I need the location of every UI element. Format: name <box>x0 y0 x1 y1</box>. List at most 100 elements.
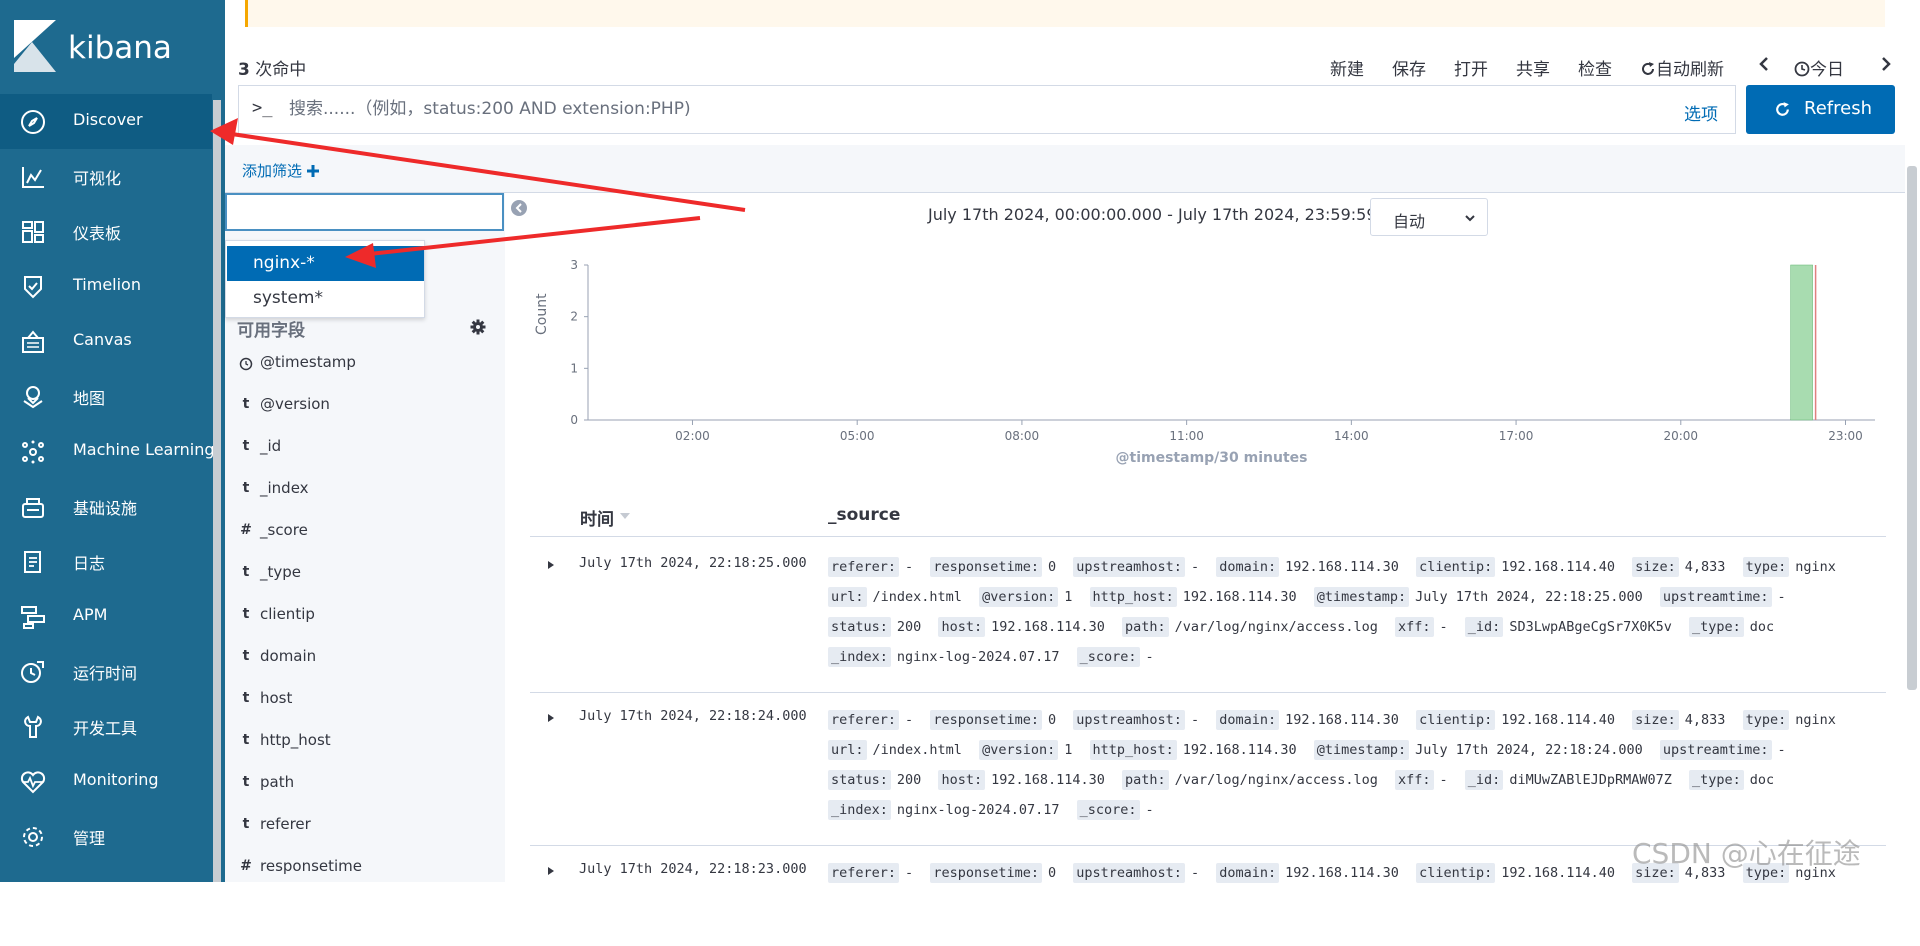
new-button[interactable]: 新建 <box>1330 55 1364 80</box>
field-item[interactable]: t domain <box>236 643 496 673</box>
source-field-key: @version: <box>979 587 1059 607</box>
field-item[interactable]: t _index <box>236 475 496 505</box>
page-scrollbar[interactable] <box>1907 166 1917 690</box>
sidebar-item-monitoring[interactable]: Monitoring <box>0 754 212 809</box>
field-name: _type <box>260 563 302 581</box>
field-item[interactable]: t clientip <box>236 601 496 631</box>
source-field-value: July 17th 2024, 22:18:25.000 <box>1415 589 1643 605</box>
expand-row-icon[interactable] <box>546 560 556 570</box>
clock-icon <box>1794 61 1810 77</box>
chevron-down-icon <box>1465 215 1475 222</box>
field-item[interactable]: t http_host <box>236 727 496 757</box>
source-field: size: 4,833 <box>1632 710 1725 730</box>
sidebar-item-uptime[interactable]: 运行时间 <box>0 644 212 699</box>
sidebar-item-label: Machine Learning <box>73 440 215 459</box>
auto-refresh-button[interactable]: 自动刷新 <box>1640 55 1724 80</box>
sidebar-item-ml[interactable]: Machine Learning <box>0 424 215 479</box>
sidebar-item-infrastructure[interactable]: 基础设施 <box>0 479 212 534</box>
interval-value: 自动 <box>1393 212 1426 231</box>
share-button[interactable]: 共享 <box>1516 55 1550 80</box>
index-pattern-search-input[interactable] <box>225 193 504 231</box>
field-name: domain <box>260 647 317 665</box>
index-option-nginx[interactable]: nginx-* <box>227 246 424 281</box>
open-button[interactable]: 打开 <box>1454 55 1488 80</box>
time-back-button[interactable] <box>1758 55 1770 75</box>
gear-icon[interactable] <box>470 319 486 335</box>
field-item[interactable]: t _id <box>236 433 496 463</box>
save-button[interactable]: 保存 <box>1392 55 1426 80</box>
sidebar-scrollbar[interactable] <box>213 100 221 882</box>
source-field-key: upstreamtime: <box>1659 587 1772 607</box>
field-item[interactable]: t @version <box>236 391 496 421</box>
brand[interactable]: kibana <box>0 0 225 94</box>
field-item[interactable]: @timestamp <box>236 349 496 379</box>
source-field: url: /index.html <box>828 587 962 607</box>
available-fields-header: 可用字段 <box>237 321 305 341</box>
x-tick-label: 11:00 <box>1169 429 1204 443</box>
source-field-key: referer: <box>828 710 900 730</box>
field-item[interactable]: t path <box>236 769 496 799</box>
refresh-small-icon <box>1642 62 1654 75</box>
map-icon <box>23 386 43 409</box>
table-row[interactable]: July 17th 2024, 22:18:25.000 referer: - re… <box>530 540 1886 693</box>
sidebar-item-gear[interactable]: 管理 <box>0 809 212 864</box>
field-item[interactable]: t host <box>236 685 496 715</box>
source-field-key: url: <box>828 587 867 607</box>
query-language-prompt: >_ <box>252 98 273 118</box>
search-input[interactable] <box>287 96 1467 122</box>
source-field: clientip: 192.168.114.40 <box>1416 557 1615 577</box>
field-item[interactable]: # _score <box>236 517 496 547</box>
interval-select[interactable]: 自动 <box>1370 198 1488 236</box>
source-field-value: 192.168.114.30 <box>991 619 1105 635</box>
field-item[interactable]: t _type <box>236 559 496 589</box>
time-column-header[interactable]: 时间 <box>580 505 614 530</box>
sidebar-item-dashboard[interactable]: 仪表板 <box>0 204 212 259</box>
source-field-key: @version: <box>979 740 1059 760</box>
time-forward-button[interactable] <box>1880 55 1892 75</box>
expand-row-icon[interactable] <box>546 713 556 723</box>
inspect-button[interactable]: 检查 <box>1578 55 1612 80</box>
sidebar-item-apm[interactable]: APM <box>0 589 212 644</box>
sidebar-item-timelion[interactable]: Timelion <box>0 259 212 314</box>
x-tick-label: 14:00 <box>1334 429 1369 443</box>
source-field-value: 192.168.114.30 <box>1285 865 1399 881</box>
sidebar-item-map[interactable]: 地图 <box>0 369 212 424</box>
field-name: @timestamp <box>260 353 356 371</box>
source-field-value: - <box>1439 619 1448 635</box>
source-field-key: status: <box>828 770 891 790</box>
row-time: July 17th 2024, 22:18:23.000 <box>579 861 807 877</box>
clear-icon[interactable] <box>510 199 528 217</box>
sort-down-icon[interactable] <box>620 512 630 520</box>
string-field-icon: t <box>242 816 250 832</box>
source-field-value: - <box>905 865 914 881</box>
field-item[interactable]: # responsetime <box>236 853 496 883</box>
source-field-value: 192.168.114.40 <box>1501 712 1616 728</box>
source-field-key: responsetime: <box>930 557 1042 577</box>
query-options-link[interactable]: 选项 <box>1684 100 1718 125</box>
expand-row-icon[interactable] <box>546 866 556 876</box>
x-tick-label: 05:00 <box>840 429 875 443</box>
source-field: domain: 192.168.114.30 <box>1216 863 1399 883</box>
source-field: @version: 1 <box>979 740 1072 760</box>
ml-icon <box>22 440 44 464</box>
add-filter-button[interactable]: 添加筛选 <box>242 160 319 181</box>
sidebar-item-logs[interactable]: 日志 <box>0 534 212 589</box>
sidebar-item-visualize[interactable]: 可视化 <box>0 149 212 204</box>
refresh-button[interactable]: Refresh <box>1746 85 1895 134</box>
number-field-icon: # <box>240 858 252 874</box>
source-field-value: - <box>1190 559 1200 575</box>
source-field-value: SD3LwpABgeCgSr7X0K5v <box>1509 619 1672 635</box>
time-picker-button[interactable]: 今日 <box>1794 55 1844 80</box>
field-name: referer <box>260 815 311 833</box>
sidebar-item-canvas[interactable]: Canvas <box>0 314 212 369</box>
sidebar-item-label: APM <box>73 605 108 624</box>
string-field-icon: t <box>242 606 250 622</box>
sidebar-item-devtools[interactable]: 开发工具 <box>0 699 212 754</box>
sidebar-item-compass[interactable]: Discover <box>0 94 212 149</box>
field-item[interactable]: t referer <box>236 811 496 841</box>
sidebar-item-label: 基础设施 <box>73 499 138 518</box>
index-option-system[interactable]: system* <box>227 281 424 316</box>
source-field: _type: doc <box>1689 770 1774 790</box>
table-row[interactable]: July 17th 2024, 22:18:24.000 referer: - re… <box>530 693 1886 846</box>
source-field-key: upstreamhost: <box>1073 710 1185 730</box>
